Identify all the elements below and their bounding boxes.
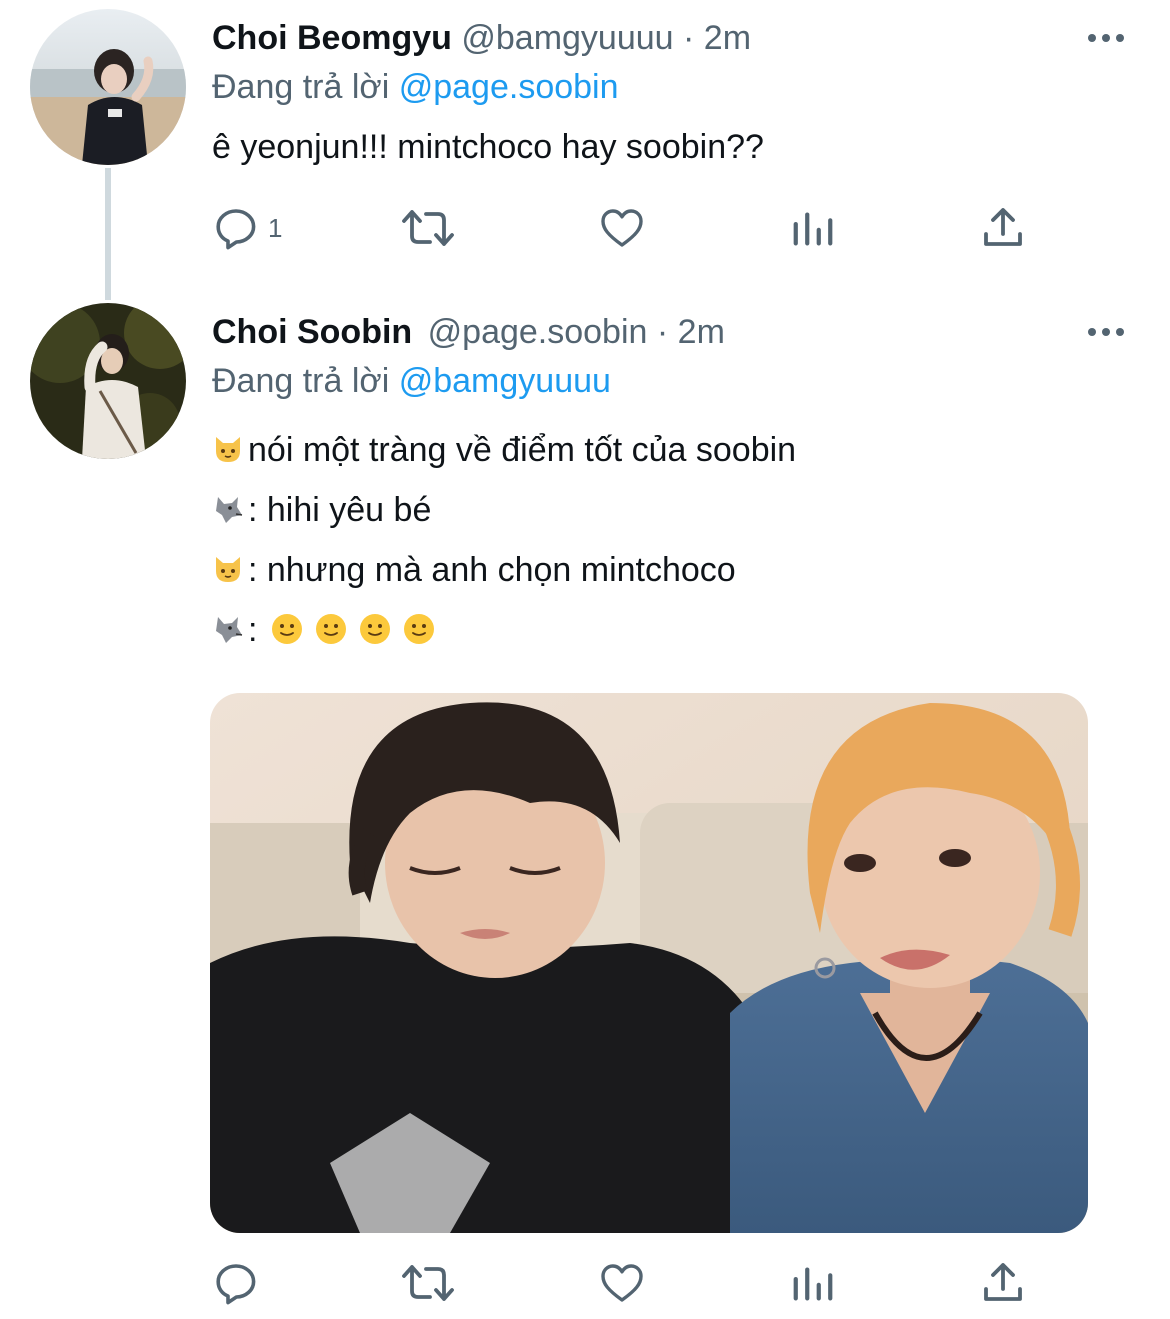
separator-dot: ·: [656, 313, 669, 351]
reply-button[interactable]: [212, 1255, 268, 1311]
tweet-text: :: [248, 611, 258, 649]
tweet-header: Choi Soobin @page.soobin · 2m: [212, 310, 725, 354]
tweet-soobin[interactable]: Choi Soobin @page.soobin · 2m Đang trả l…: [0, 300, 1170, 1319]
analytics-button[interactable]: [790, 1255, 836, 1311]
slight-smile-emoji: [316, 614, 347, 644]
separator-dot: ·: [683, 19, 695, 57]
avatar[interactable]: [30, 9, 186, 165]
more-icon: [1116, 34, 1124, 42]
tweet-text: ê yeonjun!!! mintchoco hay soobin??: [212, 128, 764, 166]
tweet-text: : nhưng mà anh chọn mintchoco: [248, 551, 736, 589]
tweet-text-line-3: : nhưng mà anh chọn mintchoco: [212, 548, 736, 592]
reply-count: 1: [268, 212, 283, 243]
tweet-actions: 1: [212, 200, 1042, 256]
tweet-beomgyu[interactable]: Choi Beomgyu @bamgyuuuu · 2m Đang trả lờ…: [0, 0, 1170, 290]
tweet-text: nói một tràng về điểm tốt của soobin: [248, 431, 797, 469]
reply-icon: [216, 1264, 256, 1305]
more-icon: [1102, 34, 1110, 42]
tweet-text-line-1: nói một tràng về điểm tốt của soobin: [212, 428, 796, 472]
heart-icon: [601, 1264, 643, 1302]
reply-icon: [216, 209, 256, 250]
tweet-header: Choi Beomgyu @bamgyuuuu · 2m: [212, 16, 751, 60]
analytics-icon: [793, 212, 833, 246]
replying-to-line: Đang trả lời @page.soobin: [212, 65, 619, 109]
tweet-media-image[interactable]: [210, 693, 1088, 1233]
avatar-beomgyu-photo: [30, 9, 186, 165]
replying-to-label: Đang trả lời: [212, 68, 390, 106]
display-name[interactable]: Choi Soobin: [212, 313, 412, 351]
more-icon: [1088, 328, 1096, 336]
retweet-button[interactable]: [400, 200, 456, 256]
tweet-text-line-4: :: [212, 608, 439, 652]
tweet-text-line-2: : hihi yêu bé: [212, 488, 431, 532]
retweet-button[interactable]: [400, 1255, 456, 1311]
replying-to-mention[interactable]: @bamgyuuuu: [399, 362, 611, 400]
tweet-actions: [212, 1255, 1042, 1311]
share-button[interactable]: [979, 1255, 1027, 1311]
cat-emoji: [216, 437, 240, 462]
slight-smile-emoji: [360, 614, 391, 644]
more-options-button[interactable]: [1088, 322, 1128, 342]
retweet-icon: [402, 1265, 454, 1301]
wolf-emoji: [216, 617, 243, 643]
wolf-emoji: [216, 497, 243, 523]
timestamp[interactable]: 2m: [704, 19, 751, 57]
replying-to-mention[interactable]: @page.soobin: [399, 68, 619, 106]
display-name[interactable]: Choi Beomgyu: [212, 19, 452, 57]
share-icon: [984, 1263, 1022, 1301]
share-button[interactable]: [979, 200, 1027, 256]
slight-smile-emoji: [272, 614, 303, 644]
more-options-button[interactable]: [1088, 28, 1128, 48]
analytics-button[interactable]: [790, 200, 836, 256]
more-icon: [1116, 328, 1124, 336]
reply-button[interactable]: 1: [212, 200, 282, 256]
like-button[interactable]: [597, 1255, 647, 1311]
timestamp[interactable]: 2m: [678, 313, 725, 351]
user-handle[interactable]: @bamgyuuuu: [461, 19, 673, 57]
avatar[interactable]: [30, 303, 186, 459]
photo-two-people-on-couch: [210, 693, 1088, 1233]
share-icon: [984, 208, 1022, 246]
replying-to-label: Đang trả lời: [212, 362, 390, 400]
like-button[interactable]: [597, 200, 647, 256]
tweet-text: : hihi yêu bé: [248, 491, 432, 529]
analytics-icon: [793, 1267, 833, 1301]
more-icon: [1102, 328, 1110, 336]
avatar-soobin-photo: [30, 303, 186, 459]
slight-smile-emoji: [404, 614, 435, 644]
replying-to-line: Đang trả lời @bamgyuuuu: [212, 359, 611, 403]
cat-emoji: [216, 557, 240, 582]
more-icon: [1088, 34, 1096, 42]
heart-icon: [601, 209, 643, 247]
user-handle[interactable]: @page.soobin: [428, 313, 648, 351]
retweet-icon: [402, 210, 454, 246]
